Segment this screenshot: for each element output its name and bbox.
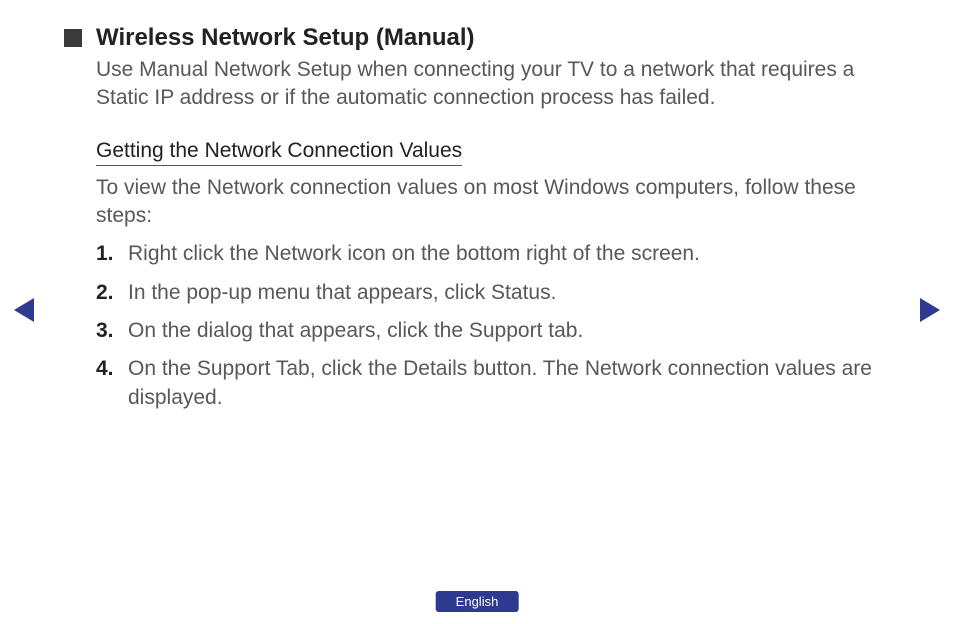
section-intro: To view the Network connection values on… — [96, 174, 876, 231]
step-text: In the pop-up menu that appears, click S… — [128, 279, 876, 307]
step-number: 2. — [96, 279, 128, 307]
steps-list: 1. Right click the Network icon on the b… — [96, 240, 876, 412]
intro-paragraph: Use Manual Network Setup when connecting… — [96, 56, 876, 113]
heading-row: Wireless Network Setup (Manual) — [64, 24, 876, 52]
list-item: 2. In the pop-up menu that appears, clic… — [96, 279, 876, 307]
step-text: On the dialog that appears, click the Su… — [128, 317, 876, 345]
language-badge: English — [436, 591, 519, 612]
bullet-square-icon — [64, 29, 82, 47]
next-page-arrow-icon[interactable] — [920, 298, 940, 322]
section-subheading: Getting the Network Connection Values — [96, 139, 462, 166]
step-text: Right click the Network icon on the bott… — [128, 240, 876, 268]
step-number: 1. — [96, 240, 128, 268]
step-number: 4. — [96, 355, 128, 383]
list-item: 3. On the dialog that appears, click the… — [96, 317, 876, 345]
list-item: 4. On the Support Tab, click the Details… — [96, 355, 876, 412]
step-text: On the Support Tab, click the Details bu… — [128, 355, 876, 412]
prev-page-arrow-icon[interactable] — [14, 298, 34, 322]
document-page: Wireless Network Setup (Manual) Use Manu… — [0, 0, 954, 412]
page-title: Wireless Network Setup (Manual) — [96, 24, 475, 52]
list-item: 1. Right click the Network icon on the b… — [96, 240, 876, 268]
step-number: 3. — [96, 317, 128, 345]
